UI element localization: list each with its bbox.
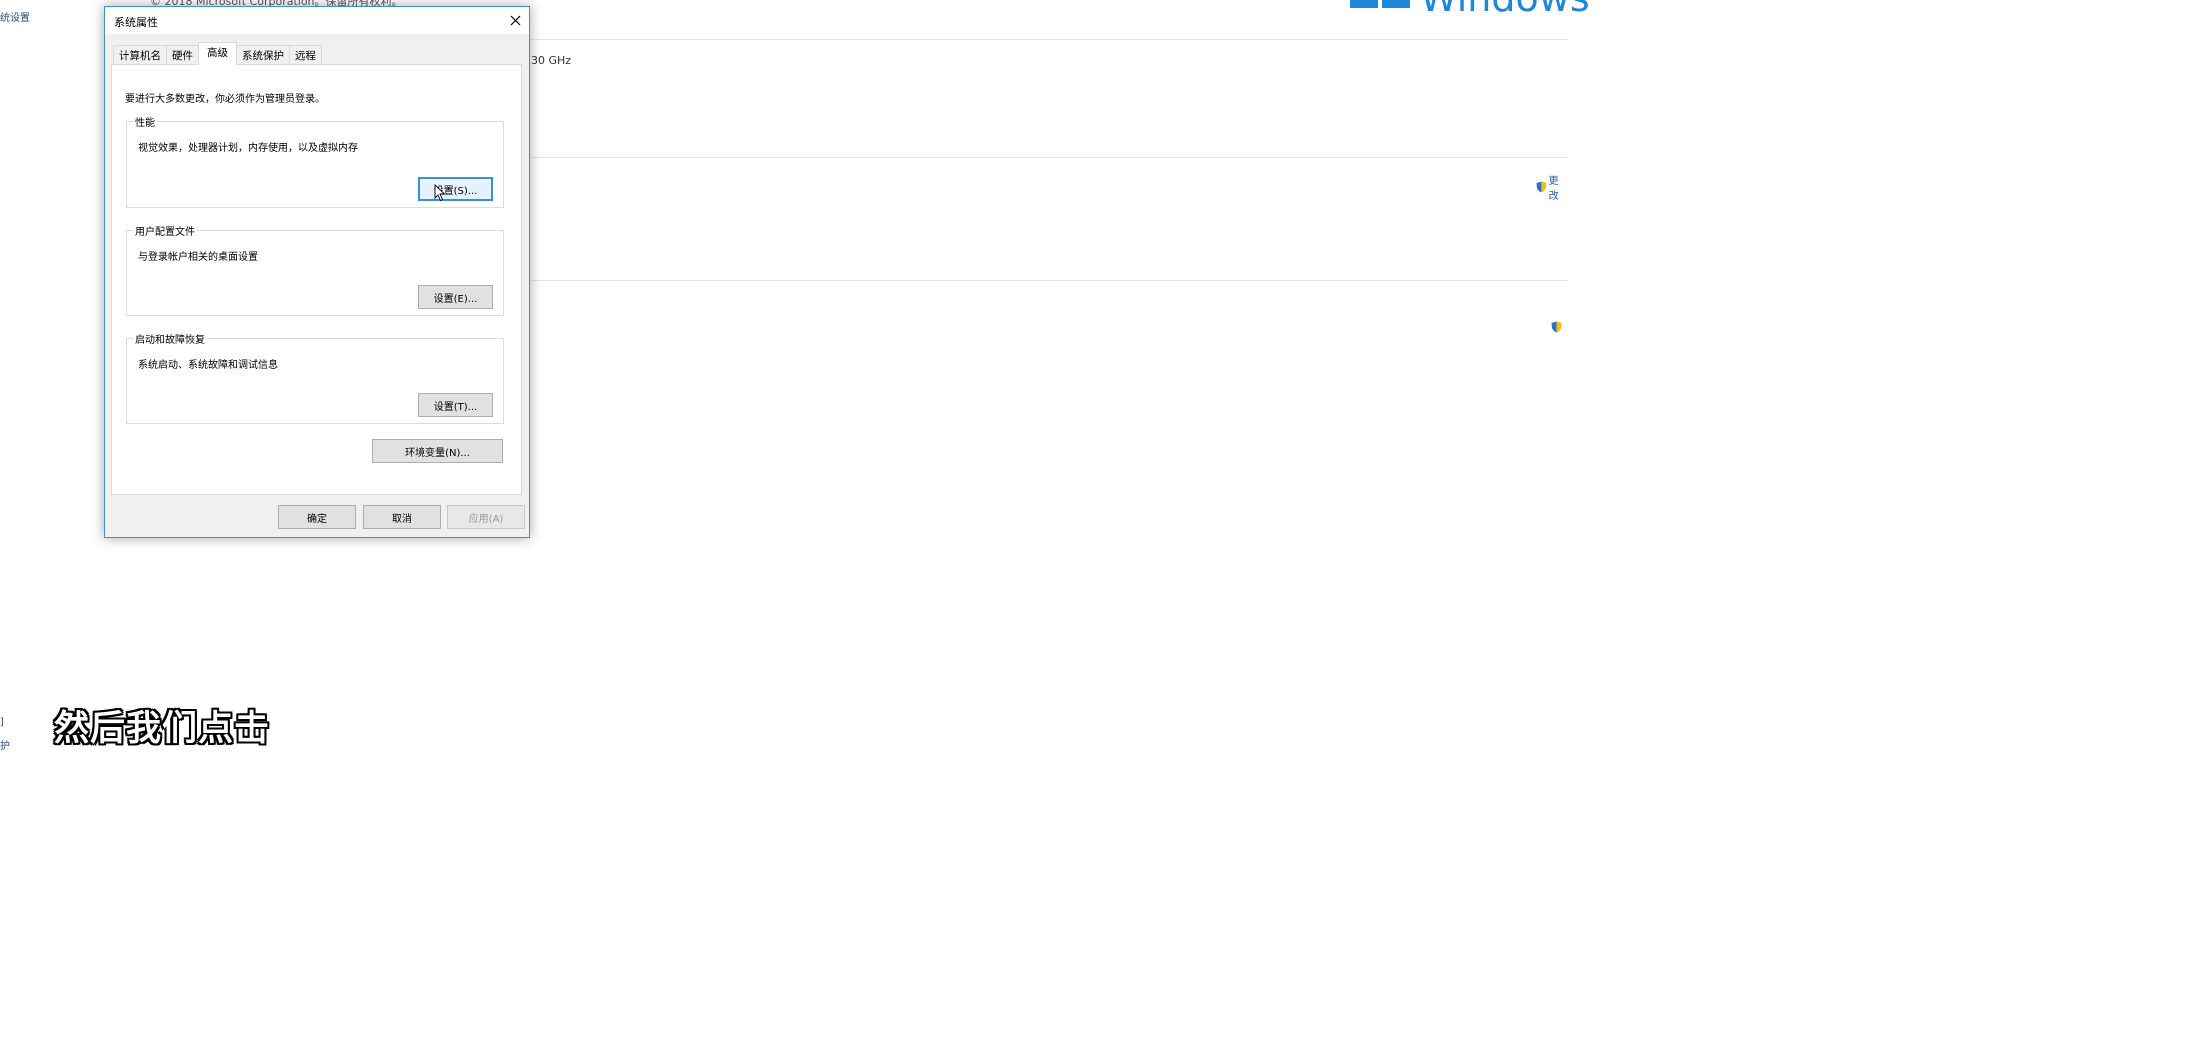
close-button[interactable] [501, 7, 529, 34]
admin-notice: 要进行大多数更改，你必须作为管理员登录。 [125, 94, 325, 105]
tab-system-protection[interactable]: 系统保护 [236, 45, 290, 65]
sidebar-text-bottom-2[interactable]: 护 [0, 737, 10, 752]
startup-recovery-legend: 启动和故障恢复 [133, 331, 207, 346]
environment-variables-button[interactable]: 环境变量(N)... [372, 439, 503, 463]
tab-computer-name[interactable]: 计算机名 [113, 45, 167, 65]
user-profiles-settings-button[interactable]: 设置(E)... [418, 285, 493, 309]
sidebar-text[interactable]: 统设置 [0, 9, 30, 24]
user-profiles-desc: 与登录帐户相关的桌面设置 [138, 252, 258, 263]
performance-desc: 视觉效果，处理器计划，内存使用，以及虚拟内存 [138, 143, 358, 154]
change-settings-link[interactable]: 更改 [1536, 172, 1568, 202]
sidebar-text-bottom-1[interactable]: ] [0, 717, 4, 728]
divider [530, 39, 1568, 40]
apply-button[interactable]: 应用(A) [447, 505, 525, 529]
change-link-text[interactable]: 更改 [1549, 172, 1568, 202]
dialog-titlebar[interactable]: 系统属性 [105, 7, 529, 34]
cancel-button[interactable]: 取消 [363, 505, 441, 529]
windows-logo: Windows [1350, 0, 1590, 20]
video-subtitle: 然后我们点击 [54, 709, 271, 749]
system-properties-dialog: 系统属性 计算机名 硬件 高级 系统保护 远程 要进行大多数更改，你必须作为管理… [104, 6, 530, 538]
startup-recovery-settings-button[interactable]: 设置(T)... [418, 393, 493, 417]
tab-remote[interactable]: 远程 [289, 45, 322, 65]
startup-recovery-group: 启动和故障恢复 系统启动、系统故障和调试信息 设置(T)... [126, 331, 504, 424]
windows-wordmark: Windows [1420, 0, 1590, 20]
dialog-title: 系统属性 [114, 16, 158, 29]
ok-button[interactable]: 确定 [278, 505, 356, 529]
cpu-speed-text: 30 GHz [531, 54, 572, 67]
tab-strip: 计算机名 硬件 高级 系统保护 远程 [113, 42, 322, 65]
change-product-key-link[interactable] [1551, 321, 1564, 333]
performance-group: 性能 视觉效果，处理器计划，内存使用，以及虚拟内存 设置(S)... [126, 114, 504, 208]
divider [530, 157, 1568, 158]
tab-advanced[interactable]: 高级 [198, 42, 237, 65]
performance-settings-button[interactable]: 设置(S)... [418, 177, 493, 201]
mouse-pointer-icon [434, 184, 446, 202]
advanced-tab-panel: 要进行大多数更改，你必须作为管理员登录。 性能 视觉效果，处理器计划，内存使用，… [111, 64, 522, 495]
performance-legend: 性能 [133, 114, 157, 129]
user-profiles-group: 用户配置文件 与登录帐户相关的桌面设置 设置(E)... [126, 223, 504, 316]
uac-shield-icon [1551, 321, 1562, 333]
divider [530, 280, 1568, 281]
tab-hardware[interactable]: 硬件 [166, 45, 199, 65]
uac-shield-icon [1536, 181, 1547, 193]
close-icon [510, 15, 520, 26]
startup-recovery-desc: 系统启动、系统故障和调试信息 [138, 360, 278, 371]
user-profiles-legend: 用户配置文件 [133, 223, 197, 238]
